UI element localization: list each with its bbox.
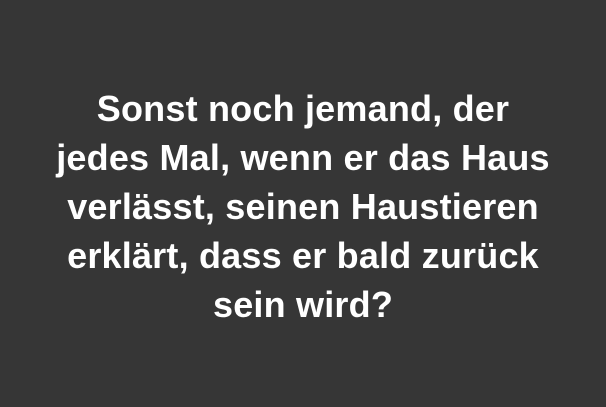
quote-line-4: erklärt, dass er bald zurück [67,235,539,276]
quote-text: Sonst noch jemand, der jedes Mal, wenn e… [0,84,606,329]
meme-card: Sonst noch jemand, der jedes Mal, wenn e… [0,0,606,407]
quote-line-1: Sonst noch jemand, der [96,88,510,129]
quote-line-5: sein wird? [212,284,394,325]
quote-line-3: verlässt, seinen Haustieren [67,186,539,227]
quote-line-2: jedes Mal, wenn er das Haus [56,137,550,178]
